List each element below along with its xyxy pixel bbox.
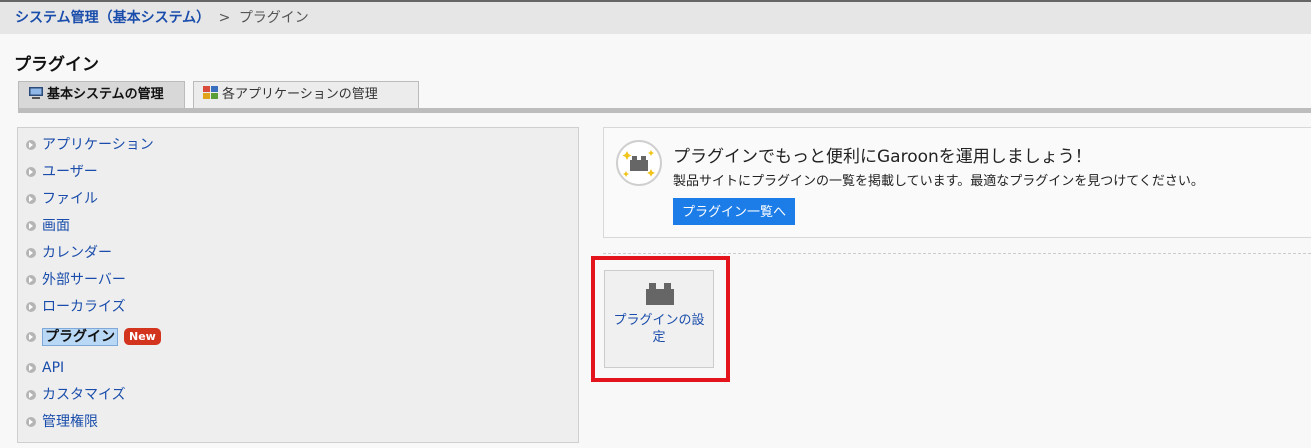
bullet-icon — [26, 167, 36, 177]
sidebar-item-api[interactable]: API — [26, 357, 64, 379]
sidebar-item-localize[interactable]: ローカライズ — [26, 296, 126, 318]
sidebar: アプリケーション ユーザー ファイル 画面 カレンダー 外部サーバー ローカライ… — [17, 127, 579, 443]
sidebar-item-label: ファイル — [42, 191, 98, 207]
sidebar-item-external-server[interactable]: 外部サーバー — [26, 269, 126, 291]
bullet-icon — [26, 302, 36, 312]
bullet-icon — [26, 248, 36, 258]
bullet-icon — [26, 275, 36, 285]
tab-basic-system-label: 基本システムの管理 — [47, 87, 164, 102]
plugin-list-button[interactable]: プラグイン一覧へ — [673, 198, 796, 225]
sidebar-item-label: アプリケーション — [42, 137, 154, 153]
sidebar-item-customize[interactable]: カスタマイズ — [26, 384, 126, 406]
bullet-icon — [26, 390, 36, 400]
new-badge: New — [124, 328, 161, 345]
bullet-icon — [26, 221, 36, 231]
sidebar-item-label: カレンダー — [42, 245, 112, 261]
tab-applications-label: 各アプリケーションの管理 — [222, 87, 378, 102]
plugin-settings-label: プラグインの設定 — [613, 313, 705, 345]
tab-underline — [18, 108, 1311, 113]
tab-basic-system[interactable]: 基本システムの管理 — [18, 81, 185, 108]
bullet-icon — [26, 363, 36, 373]
divider — [603, 253, 1311, 254]
plugin-promo-banner: プラグインでもっと便利にGaroonを運用しましょう！ 製品サイトにプラグインの… — [603, 127, 1311, 238]
bullet-icon — [26, 332, 36, 342]
plugin-sparkle-icon — [616, 140, 662, 186]
sidebar-item-screen[interactable]: 画面 — [26, 215, 70, 237]
apps-grid-icon — [203, 86, 218, 99]
sidebar-item-label: カスタマイズ — [42, 387, 126, 403]
sidebar-item-applications[interactable]: アプリケーション — [26, 134, 154, 156]
sidebar-item-admin-privileges[interactable]: 管理権限 — [26, 411, 98, 433]
sidebar-item-calendar[interactable]: カレンダー — [26, 242, 112, 264]
breadcrumb-link-system-admin[interactable]: システム管理（基本システム） — [15, 10, 210, 26]
bullet-icon — [26, 194, 36, 204]
tab-applications[interactable]: 各アプリケーションの管理 — [193, 81, 419, 108]
sidebar-item-users[interactable]: ユーザー — [26, 161, 98, 183]
sidebar-item-label: API — [42, 360, 65, 376]
page-title: プラグイン — [14, 55, 99, 75]
breadcrumb-current: プラグイン — [238, 10, 309, 26]
plugin-settings-tile[interactable]: プラグインの設定 — [604, 270, 714, 368]
computer-icon — [29, 87, 43, 99]
breadcrumb: システム管理（基本システム） > プラグイン — [0, 0, 1311, 34]
sidebar-item-files[interactable]: ファイル — [26, 188, 98, 210]
sidebar-item-label: 管理権限 — [42, 414, 98, 430]
bullet-icon — [26, 417, 36, 427]
sidebar-item-label: 画面 — [42, 218, 70, 234]
bullet-icon — [26, 140, 36, 150]
sidebar-item-label: ユーザー — [42, 164, 98, 180]
promo-title: プラグインでもっと便利にGaroonを運用しましょう！ — [673, 147, 1092, 167]
plugin-block-icon — [646, 283, 674, 305]
sidebar-item-plugins[interactable]: プラグイン New — [26, 326, 161, 348]
breadcrumb-separator: > — [218, 10, 231, 26]
promo-description: 製品サイトにプラグインの一覧を掲載しています。最適なプラグインを見つけてください… — [673, 174, 1204, 189]
sidebar-item-label: 外部サーバー — [42, 272, 126, 288]
sidebar-item-label: ローカライズ — [42, 299, 126, 315]
sidebar-item-label: プラグイン — [42, 328, 118, 346]
